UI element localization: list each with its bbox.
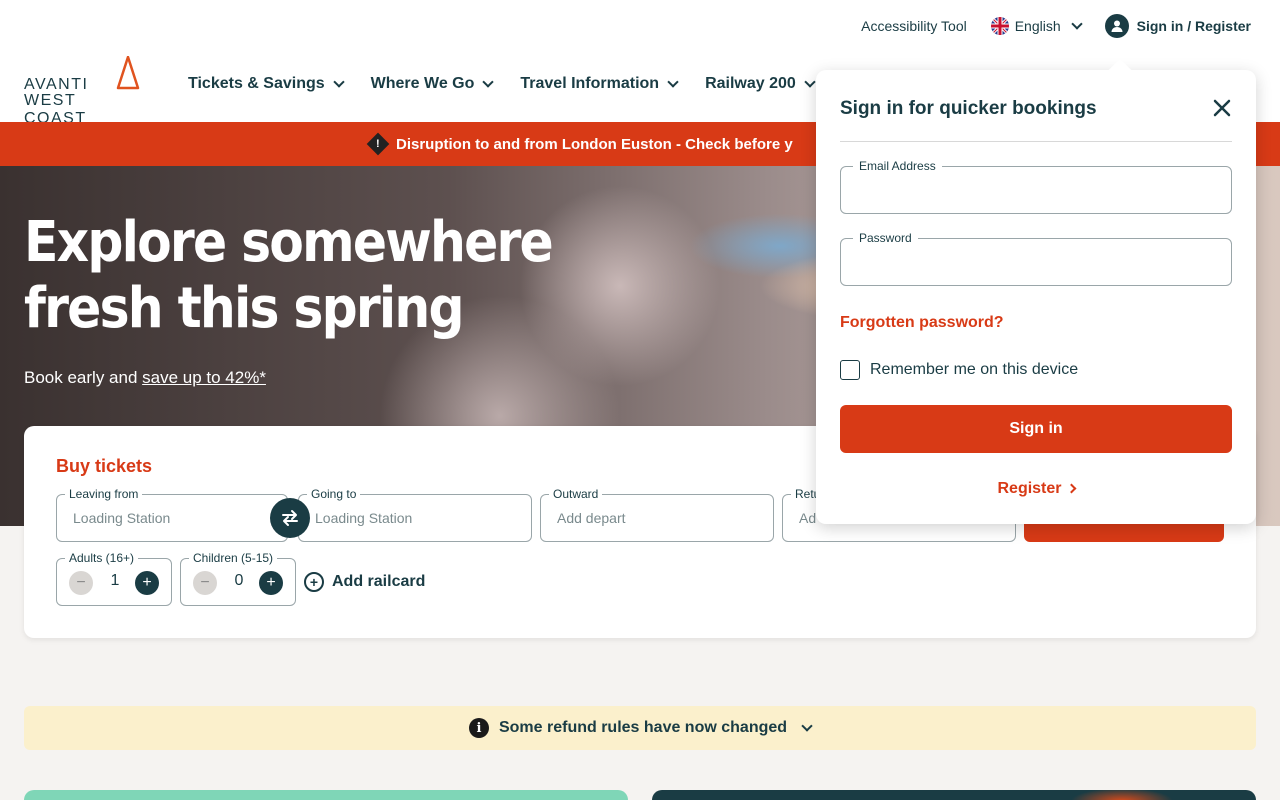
children-count: 0 — [234, 572, 244, 589]
avanti-logo[interactable]: AVANTI WEST COAST — [24, 56, 144, 127]
main-nav: Tickets & Savings Where We Go Travel Inf… — [188, 75, 816, 93]
hero-title: Explore somewhere fresh this spring — [24, 210, 554, 342]
password-field[interactable]: Password — [840, 231, 1232, 286]
stepper-label: Adults (16+) — [65, 551, 139, 565]
nav-item-tickets-savings[interactable]: Tickets & Savings — [188, 75, 345, 93]
add-railcard-button[interactable]: + Add railcard — [304, 572, 425, 592]
save-offer-link[interactable]: save up to 42%* — [142, 368, 266, 387]
adults-plus-button[interactable]: + — [135, 571, 159, 595]
info-icon: i — [468, 718, 489, 738]
adults-minus-button[interactable]: − — [69, 571, 93, 595]
forgotten-password-link[interactable]: Forgotten password? — [840, 314, 1004, 332]
sign-in-register-link[interactable]: Sign in / Register — [1104, 14, 1251, 38]
swap-stations-button[interactable] — [270, 498, 310, 538]
children-minus-button[interactable]: − — [193, 571, 217, 595]
remember-me-checkbox[interactable] — [840, 360, 860, 380]
utility-bar: Accessibility Tool English Sign in / Reg… — [861, 14, 1251, 38]
add-railcard-label: Add railcard — [332, 573, 426, 590]
nav-label: Travel Information — [520, 75, 660, 92]
hero-subtitle-text: Book early and — [24, 368, 143, 387]
sign-in-popup-title: Sign in for quicker bookings — [840, 98, 1097, 119]
hero-title-line1: Explore somewhere — [24, 210, 554, 275]
uk-flag-icon — [990, 17, 1009, 35]
register-label: Register — [997, 480, 1062, 497]
hero-title-line2: fresh this spring — [24, 276, 465, 341]
nav-item-travel-information[interactable]: Travel Information — [520, 75, 679, 93]
refund-notice-text: Some refund rules have now changed — [498, 719, 788, 736]
sign-in-button[interactable]: Sign in — [840, 405, 1232, 453]
hero-subtitle: Book early and save up to 42%* — [24, 368, 266, 388]
stepper-label: Children (5-15) — [189, 551, 278, 565]
language-label: English — [1014, 18, 1061, 34]
field-label: Going to — [307, 487, 361, 501]
chevron-down-icon — [667, 76, 679, 88]
remember-me-row: Remember me on this device — [840, 360, 1078, 380]
field-placeholder: Add depart — [557, 510, 626, 526]
adults-count: 1 — [110, 572, 120, 589]
email-field[interactable]: Email Address — [840, 159, 1232, 214]
sign-in-register-label: Sign in / Register — [1136, 18, 1251, 34]
nav-item-where-we-go[interactable]: Where We Go — [370, 75, 495, 93]
field-label: Outward — [549, 487, 603, 501]
warning-diamond-icon: ! — [366, 132, 390, 156]
refund-notice[interactable]: i Some refund rules have now changed — [24, 706, 1256, 750]
outward-date-field[interactable]: Outward Add depart — [540, 487, 774, 542]
disruption-text: Disruption to and from London Euston - C… — [396, 135, 793, 153]
accessibility-tool-link[interactable]: Accessibility Tool — [861, 18, 967, 34]
chevron-down-icon — [482, 76, 495, 88]
field-placeholder: Loading Station — [315, 510, 413, 526]
adults-stepper: Adults (16+) − 1 + — [56, 551, 172, 606]
children-plus-button[interactable]: + — [259, 571, 283, 595]
promo-card-right[interactable] — [652, 790, 1256, 800]
email-label: Email Address — [853, 159, 942, 173]
close-icon[interactable] — [1212, 98, 1232, 118]
swap-arrows-icon — [282, 510, 298, 526]
password-label: Password — [853, 231, 918, 245]
nav-item-railway-200[interactable]: Railway 200 — [705, 75, 816, 93]
user-avatar-icon — [1104, 14, 1129, 38]
remember-me-label: Remember me on this device — [870, 361, 1079, 378]
plus-circle-icon: + — [304, 572, 324, 592]
nav-label: Railway 200 — [705, 75, 796, 92]
chevron-down-icon — [1070, 18, 1083, 30]
chevron-right-icon — [1066, 483, 1076, 494]
children-stepper: Children (5-15) − 0 + — [180, 551, 296, 606]
sign-in-popup: Sign in for quicker bookings Email Addre… — [816, 70, 1256, 524]
nav-label: Tickets & Savings — [188, 75, 325, 92]
register-link[interactable]: Register — [816, 480, 1256, 498]
field-label: Leaving from — [65, 487, 143, 501]
leaving-from-field[interactable]: Leaving from Loading Station — [56, 487, 288, 542]
chevron-down-icon — [332, 76, 345, 88]
going-to-field[interactable]: Going to Loading Station — [298, 487, 532, 542]
chevron-down-icon — [801, 720, 813, 732]
field-placeholder: Ad — [799, 510, 817, 526]
buy-tickets-title: Buy tickets — [56, 456, 153, 476]
divider — [840, 141, 1232, 142]
promo-card-left[interactable] — [24, 790, 628, 800]
logo-mark-icon — [116, 56, 140, 90]
language-selector[interactable]: English — [990, 17, 1083, 35]
nav-label: Where We Go — [370, 75, 475, 92]
field-placeholder: Loading Station — [73, 510, 171, 526]
chevron-down-icon — [804, 76, 816, 88]
